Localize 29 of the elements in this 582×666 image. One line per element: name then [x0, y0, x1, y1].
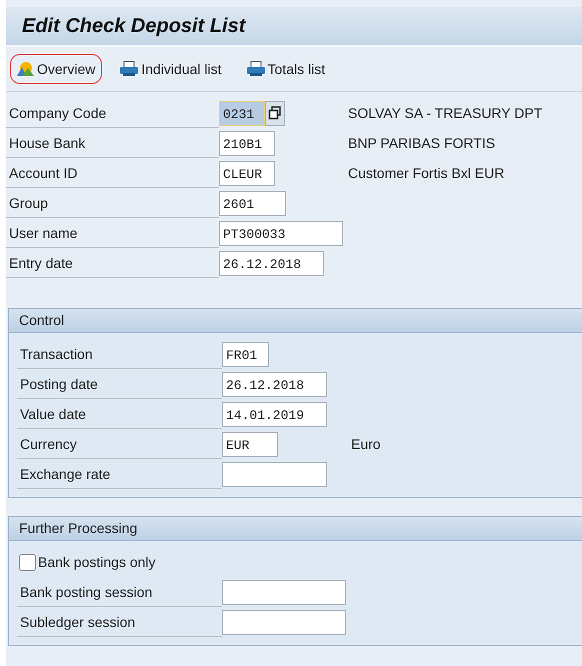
input-field[interactable]: PT300033: [219, 220, 343, 246]
printer-icon: [119, 61, 140, 77]
checkbox-label: Bank postings only: [38, 554, 156, 570]
input-field[interactable]: 14.01.2019: [222, 402, 327, 426]
input-field[interactable]: [222, 462, 327, 486]
description-text: BNP PARIBAS FORTIS: [348, 135, 496, 151]
input-field[interactable]: 26.12.2018: [219, 250, 324, 276]
input-field[interactable]: 210B1: [219, 130, 275, 156]
printer-icon: [246, 61, 266, 77]
copy-icon[interactable]: [265, 100, 285, 126]
group-title: Further Processing: [19, 520, 138, 536]
mountain-sun-icon: [17, 61, 35, 77]
description-text: Customer Fortis Bxl EUR: [348, 165, 504, 181]
checkbox[interactable]: [19, 554, 36, 570]
description-text: Euro: [351, 436, 381, 452]
toolbar-button[interactable]: Totals list: [238, 54, 332, 84]
input-field[interactable]: [222, 610, 346, 634]
input-field[interactable]: [222, 580, 346, 604]
window-title: Edit Check Deposit List: [22, 14, 246, 38]
input-field[interactable]: CLEUR: [219, 160, 275, 186]
toolbar-button[interactable]: Individual list: [112, 54, 229, 84]
input-field[interactable]: 0231: [219, 100, 265, 126]
description-text: SOLVAY SA - TREASURY DPT: [348, 105, 542, 121]
input-field[interactable]: 2601: [219, 190, 286, 216]
input-field[interactable]: EUR: [222, 432, 278, 456]
input-field[interactable]: FR01: [222, 342, 269, 366]
toolbar-button[interactable]: Overview: [10, 54, 102, 84]
input-field[interactable]: 26.12.2018: [222, 372, 327, 396]
group-title: Control: [19, 312, 64, 328]
